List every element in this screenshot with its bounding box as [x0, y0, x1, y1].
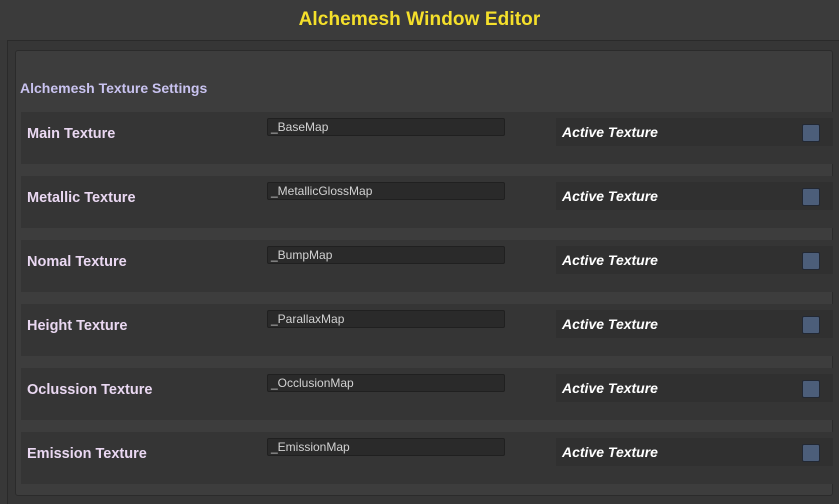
section-title: Alchemesh Texture Settings [20, 80, 208, 96]
texture-row-main: Main Texture _BaseMap Active Texture [21, 112, 833, 164]
texture-row-emission: Emission Texture _EmissionMap Active Tex… [21, 432, 833, 484]
active-texture-checkbox[interactable] [802, 444, 820, 462]
active-texture-toggle[interactable]: Active Texture [556, 182, 833, 210]
active-texture-label: Active Texture [562, 124, 658, 140]
active-texture-toggle[interactable]: Active Texture [556, 438, 833, 466]
row-label: Nomal Texture [27, 254, 127, 270]
property-name-field[interactable]: _OcclusionMap [267, 374, 505, 392]
row-label: Metallic Texture [27, 190, 136, 206]
active-texture-checkbox[interactable] [802, 380, 820, 398]
active-texture-label: Active Texture [562, 444, 658, 460]
property-name-field[interactable]: _BaseMap [267, 118, 505, 136]
property-name-field[interactable]: _BumpMap [267, 246, 505, 264]
property-name-field[interactable]: _MetallicGlossMap [267, 182, 505, 200]
editor-window: Alchemesh Window Editor Alchemesh Textur… [0, 0, 839, 504]
active-texture-toggle[interactable]: Active Texture [556, 118, 833, 146]
active-texture-label: Active Texture [562, 188, 658, 204]
active-texture-checkbox[interactable] [802, 124, 820, 142]
texture-row-normal: Nomal Texture _BumpMap Active Texture [21, 240, 833, 292]
title-bar: Alchemesh Window Editor [0, 0, 839, 40]
row-label: Main Texture [27, 126, 116, 142]
active-texture-toggle[interactable]: Active Texture [556, 310, 833, 338]
window-title: Alchemesh Window Editor [298, 9, 541, 30]
active-texture-checkbox[interactable] [802, 252, 820, 270]
row-label: Emission Texture [27, 446, 147, 462]
active-texture-toggle[interactable]: Active Texture [556, 374, 833, 402]
property-name-field[interactable]: _EmissionMap [267, 438, 505, 456]
property-name-field[interactable]: _ParallaxMap [267, 310, 505, 328]
active-texture-checkbox[interactable] [802, 316, 820, 334]
row-label: Oclussion Texture [27, 382, 153, 398]
active-texture-checkbox[interactable] [802, 188, 820, 206]
active-texture-label: Active Texture [562, 380, 658, 396]
texture-row-height: Height Texture _ParallaxMap Active Textu… [21, 304, 833, 356]
texture-row-occlusion: Oclussion Texture _OcclusionMap Active T… [21, 368, 833, 420]
active-texture-toggle[interactable]: Active Texture [556, 246, 833, 274]
row-label: Height Texture [27, 318, 128, 334]
active-texture-label: Active Texture [562, 252, 658, 268]
active-texture-label: Active Texture [562, 316, 658, 332]
texture-row-metallic: Metallic Texture _MetallicGlossMap Activ… [21, 176, 833, 228]
